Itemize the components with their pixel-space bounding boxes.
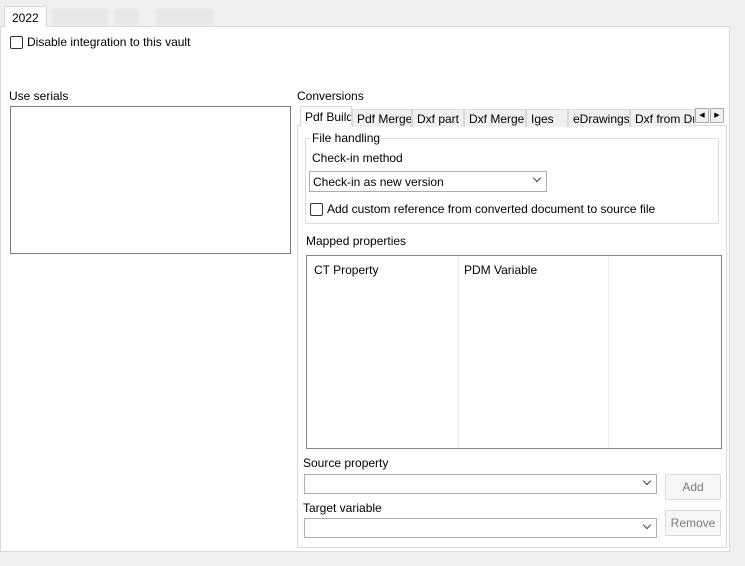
grid-column-divider [608,256,609,448]
tab-pdf-merge[interactable]: Pdf Merge [352,109,412,127]
use-serials-label: Use serials [9,89,69,103]
tab-scroll-right-button[interactable]: ▶ [710,108,724,123]
tab-edrawings-label: eDrawings [573,112,630,126]
checkin-method-select[interactable]: Check-in as new version [309,171,547,192]
file-handling-title: File handling [310,131,383,145]
mapped-properties-grid[interactable]: CT Property PDM Variable [306,255,722,449]
checkin-method-value: Check-in as new version [313,175,444,189]
source-property-select[interactable] [304,474,657,494]
disable-integration-checkbox[interactable] [10,36,23,49]
column-header-ct-property[interactable]: CT Property [314,263,378,277]
source-property-label: Source property [303,456,389,470]
grid-column-divider [458,256,459,448]
tab-2022[interactable]: 2022 [4,6,47,27]
tab-edrawings[interactable]: eDrawings [568,109,630,127]
tab-dxf-merge[interactable]: Dxf Merge [464,109,526,127]
tab-scroll-left-button[interactable]: ◀ [695,108,709,123]
tab-pdf-build[interactable]: Pdf Build [300,106,352,126]
chevron-down-icon [642,520,652,530]
add-button[interactable]: Add [665,474,721,500]
tab-iges-label: Iges [531,112,554,126]
checkin-method-label: Check-in method [312,151,403,165]
chevron-down-icon [532,173,542,183]
column-header-pdm-variable[interactable]: PDM Variable [464,263,537,277]
tab-dxf-from-drawing-label: Dxf from Dra [635,112,694,126]
tab-pdf-build-label: Pdf Build [305,110,352,124]
disable-integration-label: Disable integration to this vault [27,35,191,49]
triangle-right-icon: ▶ [714,112,720,119]
target-variable-label: Target variable [303,501,382,515]
tab-redacted-1[interactable] [52,9,108,25]
tab-2022-label: 2022 [12,11,39,25]
custom-reference-label: Add custom reference from converted docu… [327,202,656,216]
add-button-label: Add [682,480,704,494]
tab-redacted-3[interactable] [156,9,214,25]
triangle-left-icon: ◀ [699,112,705,119]
mapped-properties-label: Mapped properties [306,234,407,248]
tab-dxf-part-label: Dxf part [417,112,460,126]
tab-pdf-merge-label: Pdf Merge [357,112,412,126]
tab-dxf-merge-label: Dxf Merge [469,112,525,126]
conversions-label: Conversions [297,89,364,103]
use-serials-listbox[interactable] [10,106,291,254]
tab-redacted-2[interactable] [114,9,138,25]
chevron-down-icon [642,476,652,486]
remove-button[interactable]: Remove [665,510,721,536]
tab-dxf-from-drawing[interactable]: Dxf from Dra [630,109,695,127]
tab-dxf-part[interactable]: Dxf part [412,109,464,127]
remove-button-label: Remove [670,516,716,530]
tab-iges[interactable]: Iges [526,109,568,127]
target-variable-select[interactable] [304,518,657,538]
custom-reference-checkbox[interactable] [310,203,323,216]
